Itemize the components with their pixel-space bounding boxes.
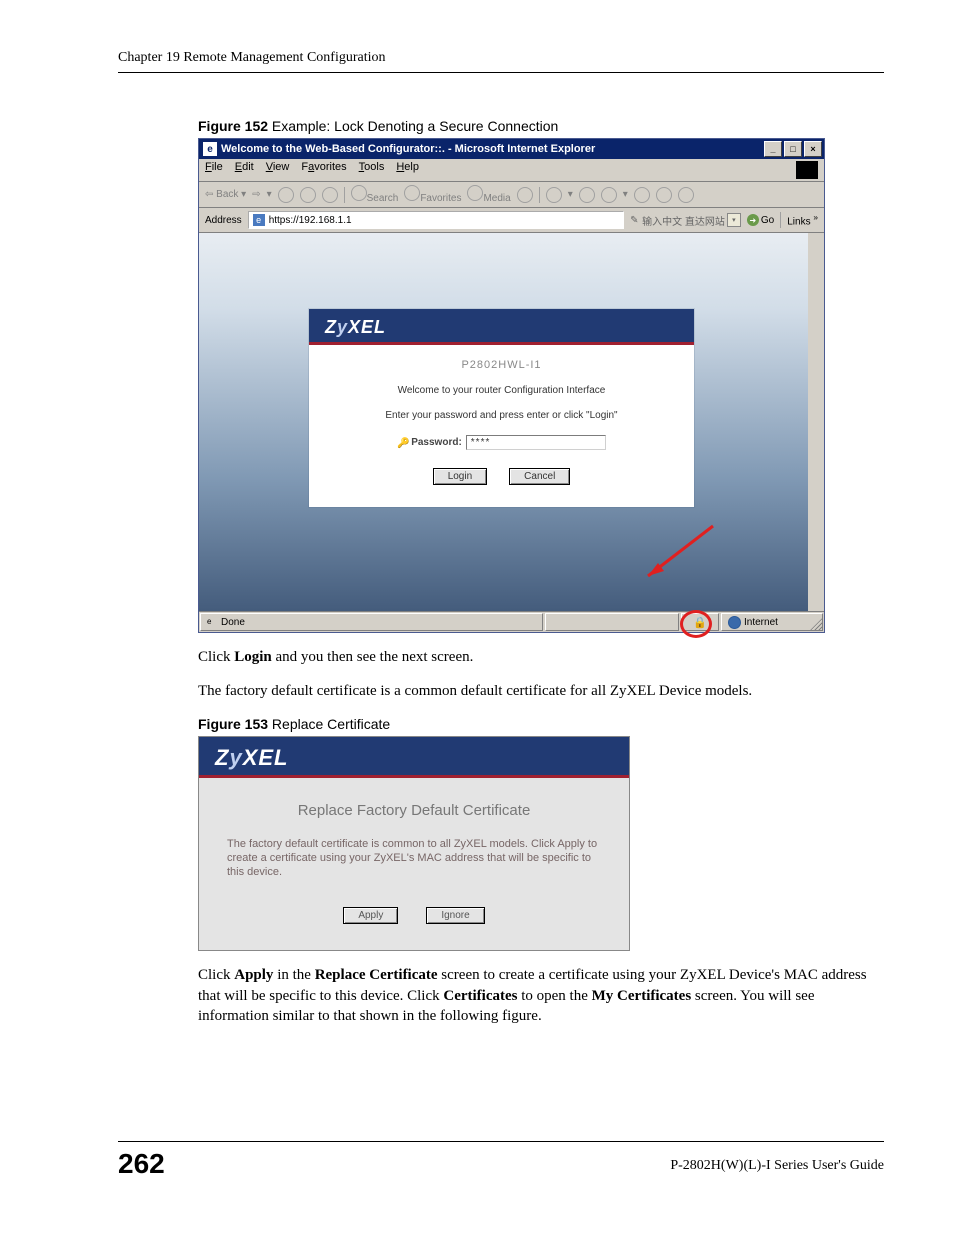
menu-favorites[interactable]: Favorites (301, 161, 346, 179)
paragraph-3: Click Apply in the Replace Certificate s… (198, 965, 884, 1026)
maximize-button[interactable]: □ (784, 141, 802, 157)
status-zone-text: Internet (744, 617, 778, 628)
welcome-text: Welcome to your router Configuration Int… (329, 385, 674, 396)
go-arrow-icon: ➜ (747, 214, 759, 226)
model-label: P2802HWL-I1 (329, 359, 674, 371)
back-button[interactable]: ⇦ Back ▾ (205, 189, 246, 200)
ie-viewport: ▴ ▾ ZyXEL P2802HWL-I1 Welcome to your ro… (199, 233, 824, 611)
menu-tools[interactable]: Tools (359, 161, 385, 179)
done-icon: e (207, 617, 218, 628)
home-icon[interactable] (322, 187, 338, 203)
status-progress (545, 613, 679, 631)
page-footer: 262 P-2802H(W)(L)-I Series User's Guide (118, 1141, 884, 1180)
lock-icon: 🔒 (693, 616, 707, 629)
forward-button[interactable]: ⇨ (252, 189, 260, 200)
replace-description: The factory default certificate is commo… (227, 837, 601, 880)
globe-icon (728, 616, 741, 629)
paragraph-1: Click Login and you then see the next sc… (198, 647, 884, 667)
ie-window-title: Welcome to the Web-Based Configurator::.… (221, 143, 595, 155)
status-text: Done (221, 617, 245, 628)
page-icon: e (253, 214, 265, 226)
ignore-button[interactable]: Ignore (426, 907, 484, 924)
ime-text: 输入中文 直达网站 (642, 213, 725, 228)
paragraph-2: The factory default certificate is a com… (198, 681, 884, 701)
menu-view[interactable]: View (266, 161, 290, 179)
extra-icon-1[interactable] (656, 187, 672, 203)
ie-toolbar: ⇦ Back ▾ ⇨ ▾ Search Favorites Media ▾ ▾ (199, 182, 824, 208)
instruction-text: Enter your password and press enter or c… (329, 410, 674, 421)
search-button[interactable]: Search (351, 185, 399, 204)
menu-edit[interactable]: Edit (235, 161, 254, 179)
ime-dropdown-icon[interactable]: ▾ (727, 213, 741, 227)
figure-152-label: Figure 152 (198, 118, 268, 134)
login-panel: ZyXEL P2802HWL-I1 Welcome to your router… (309, 309, 694, 507)
ie-address-bar: Address e https://192.168.1.1 ✎ 输入中文 直达网… (199, 208, 824, 233)
favorites-button[interactable]: Favorites (404, 185, 461, 204)
mail-icon[interactable] (546, 187, 562, 203)
pen-icon: ✎ (630, 215, 640, 225)
discuss-icon[interactable] (634, 187, 650, 203)
replace-title: Replace Factory Default Certificate (227, 802, 601, 819)
ie-logo-icon: e (203, 142, 217, 156)
address-label: Address (205, 215, 242, 226)
key-icon: 🔑 (397, 438, 407, 448)
zyxel-logo: ZyXEL (325, 317, 386, 337)
go-button[interactable]: ➜ Go (747, 214, 774, 226)
figure-152-title: Example: Lock Denoting a Secure Connecti… (268, 118, 558, 134)
password-label: Password: (411, 437, 462, 448)
menu-file[interactable]: FFileile (205, 161, 223, 179)
brand-bar: ZyXEL (309, 309, 694, 345)
ie-menubar: FFileile Edit View Favorites Tools Help (199, 159, 824, 182)
zyxel-logo-2: ZyXEL (215, 745, 289, 770)
page-number: 262 (118, 1148, 165, 1180)
figure-153-label: Figure 153 (198, 716, 268, 732)
ie-brand-icon (796, 161, 818, 179)
login-button[interactable]: Login (433, 468, 487, 485)
figure-153-caption: Figure 153 Replace Certificate (198, 716, 884, 732)
apply-button[interactable]: Apply (343, 907, 398, 924)
guide-title: P-2802H(W)(L)-I Series User's Guide (670, 1158, 884, 1174)
links-button[interactable]: Links » (787, 212, 818, 227)
page-header: Chapter 19 Remote Management Configurati… (118, 50, 884, 73)
scroll-down-button[interactable]: ▾ (808, 595, 824, 611)
ime-block[interactable]: ✎ 输入中文 直达网站 ▾ (630, 213, 741, 228)
media-button[interactable]: Media (467, 185, 510, 204)
cancel-button[interactable]: Cancel (509, 468, 570, 485)
scroll-up-button[interactable]: ▴ (808, 233, 824, 249)
minimize-button[interactable]: _ (764, 141, 782, 157)
status-security: 🔒 (681, 613, 719, 631)
history-icon[interactable] (517, 187, 533, 203)
edit-icon[interactable] (601, 187, 617, 203)
menu-help[interactable]: Help (396, 161, 419, 179)
print-icon[interactable] (579, 187, 595, 203)
close-button[interactable]: × (804, 141, 822, 157)
resize-grip-icon[interactable] (809, 617, 823, 631)
stop-icon[interactable] (278, 187, 294, 203)
refresh-icon[interactable] (300, 187, 316, 203)
ie-window: e Welcome to the Web-Based Configurator:… (198, 138, 825, 633)
ie-titlebar: e Welcome to the Web-Based Configurator:… (199, 139, 824, 159)
figure-152-caption: Figure 152 Example: Lock Denoting a Secu… (198, 118, 884, 134)
ie-statusbar: e Done 🔒 Internet (199, 611, 824, 632)
replace-certificate-panel: ZyXEL Replace Factory Default Certificat… (198, 736, 630, 952)
address-url: https://192.168.1.1 (269, 215, 352, 226)
address-input[interactable]: e https://192.168.1.1 (248, 211, 624, 229)
extra-icon-2[interactable] (678, 187, 694, 203)
brand-bar-2: ZyXEL (199, 737, 629, 778)
figure-153-title: Replace Certificate (268, 716, 390, 732)
password-input[interactable]: **** (466, 435, 606, 450)
annotation-arrow-icon (638, 521, 718, 581)
